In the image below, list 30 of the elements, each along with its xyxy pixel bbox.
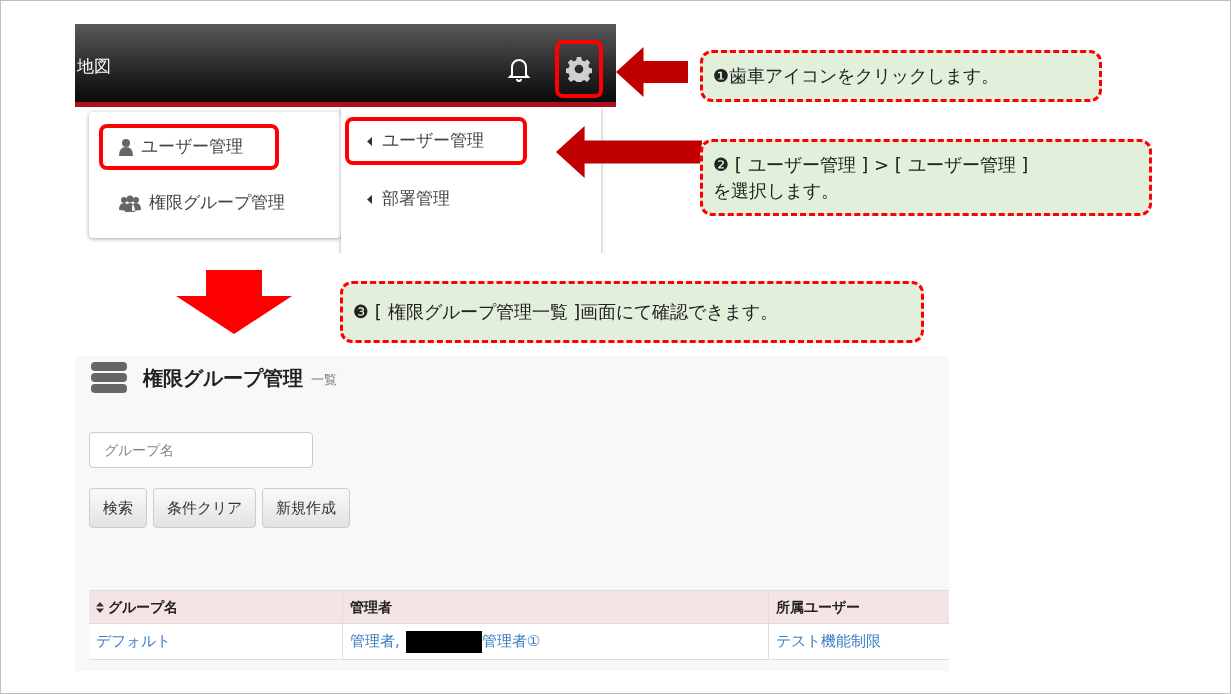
page-subtitle: 一覧: [311, 371, 337, 390]
column-header: 所属ユーザー: [769, 591, 949, 623]
table-link[interactable]: テスト機能制限: [776, 630, 881, 653]
table-link[interactable]: 管理者,: [350, 630, 400, 653]
settings-icon[interactable]: [555, 40, 603, 98]
submenu-item[interactable]: ユーザー管理: [345, 117, 527, 165]
caret-icon: [367, 136, 372, 146]
menu-item[interactable]: 権限グループ管理: [99, 180, 305, 226]
column-header: 管理者: [343, 591, 769, 623]
caret-icon: [367, 194, 372, 204]
menu-item[interactable]: ユーザー管理: [99, 124, 279, 170]
group-icon: [119, 194, 141, 212]
sort-icon: [96, 601, 104, 613]
button[interactable]: 条件クリア: [153, 488, 256, 528]
callout-note: ❸ [ 権限グループ管理一覧 ]画面にて確認できます。: [340, 281, 924, 343]
table-link[interactable]: デフォルト: [96, 630, 171, 653]
button[interactable]: 新規作成: [262, 488, 350, 528]
callout-note: ❶歯車アイコンをクリックします。: [700, 50, 1102, 102]
arrow: [616, 47, 688, 97]
column-header[interactable]: グループ名: [89, 591, 343, 623]
header-title: 地図: [77, 55, 111, 78]
table-link[interactable]: 管理者①: [481, 630, 541, 653]
submenu-item[interactable]: 部署管理: [345, 175, 527, 223]
page-title: 権限グループ管理: [143, 365, 303, 392]
callout-note: ❷ [ ユーザー管理 ] > [ ユーザー管理 ] を選択します。: [700, 139, 1152, 216]
search-field[interactable]: グループ名: [89, 432, 313, 468]
database-icon: [91, 362, 127, 394]
column-label: グループ名: [108, 597, 178, 617]
button[interactable]: 検索: [89, 488, 147, 528]
user-icon: [119, 138, 133, 156]
